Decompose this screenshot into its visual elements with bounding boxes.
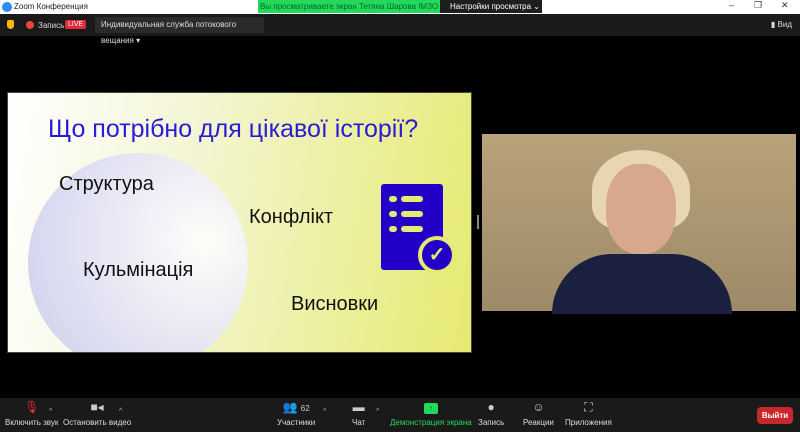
chat-caret[interactable]: ^	[376, 408, 379, 415]
participants-caret[interactable]: ^	[323, 408, 326, 415]
checkmark-icon: ✓	[418, 236, 456, 274]
leave-button[interactable]: Выйти	[757, 407, 793, 424]
apps-label: Приложения	[565, 418, 612, 427]
view-label: Вид	[777, 20, 792, 29]
resize-handle[interactable]	[477, 215, 479, 229]
participants-button[interactable]: 👥 62 Участники	[277, 398, 315, 427]
chat-bubble-icon: ▬	[352, 400, 365, 414]
audio-options-caret[interactable]: ^	[49, 408, 52, 415]
zoom-logo-icon	[2, 2, 12, 12]
minimize-button[interactable]: –	[729, 0, 734, 10]
recording-label: Запись	[38, 21, 65, 30]
reactions-label: Реакции	[523, 418, 554, 427]
window-title: Zoom Конференция	[14, 2, 88, 11]
video-person-body	[552, 254, 732, 314]
share-screen-label: Демонстрация экрана	[390, 418, 472, 427]
record-circle-icon: ●	[487, 400, 495, 414]
view-button[interactable]: ▮ Вид	[771, 20, 792, 29]
participants-icon: 👥	[282, 400, 298, 414]
stream-service-dropdown[interactable]: Индивидуальная служба потокового вещания…	[95, 17, 264, 45]
record-icon	[26, 21, 34, 29]
title-bar: Zoom Конференция Вы просматриваете экран…	[0, 0, 800, 14]
smiley-plus-icon: ☺	[532, 400, 545, 414]
share-screen-icon: ↑	[423, 403, 438, 414]
slide-item: Висновки	[291, 293, 379, 315]
stop-video-label: Остановить видео	[63, 418, 132, 427]
slide-item: Кульмінація	[83, 259, 194, 281]
record-label: Запись	[478, 418, 505, 427]
participants-count: 62	[300, 404, 310, 413]
reactions-button[interactable]: ☺ Реакции	[523, 398, 554, 427]
live-badge: LIVE	[65, 20, 87, 29]
view-options-button[interactable]: Настройки просмотра ⌄	[440, 0, 542, 13]
close-button[interactable]: ✕	[781, 0, 789, 11]
slide-title: Що потрібно для цікавої історії?	[48, 115, 419, 143]
slide-item: Структура	[59, 173, 154, 195]
chat-label: Чат	[352, 418, 366, 427]
participant-video	[482, 134, 796, 314]
video-person-face	[606, 164, 676, 254]
apps-button[interactable]: ⛶ Приложения	[565, 398, 612, 427]
meeting-controls: 🎙 Включить звук ^ ■◂ Остановить видео ^ 👥 …	[0, 398, 800, 432]
viewing-screen-banner: Вы просматриваете экран Тетяна Шарова ІМ…	[258, 0, 440, 13]
unmute-label: Включить звук	[5, 418, 59, 427]
slide-item: Конфлікт	[249, 206, 334, 228]
meeting-top-bar: Запись LIVE Индивидуальная служба потоко…	[0, 14, 800, 45]
apps-icon: ⛶	[584, 400, 593, 414]
participants-label: Участники	[277, 418, 316, 427]
share-screen-button[interactable]: ↑ Демонстрация экрана	[390, 398, 472, 427]
maximize-button[interactable]: ❐	[754, 0, 762, 11]
shared-screen-slide: Що потрібно для цікавої історії? Структу…	[7, 92, 472, 353]
video-options-caret[interactable]: ^	[119, 408, 122, 415]
security-shield-icon[interactable]	[7, 20, 14, 29]
record-button[interactable]: ● Запись	[478, 398, 504, 427]
chat-button[interactable]: ▬ Чат	[352, 398, 365, 427]
